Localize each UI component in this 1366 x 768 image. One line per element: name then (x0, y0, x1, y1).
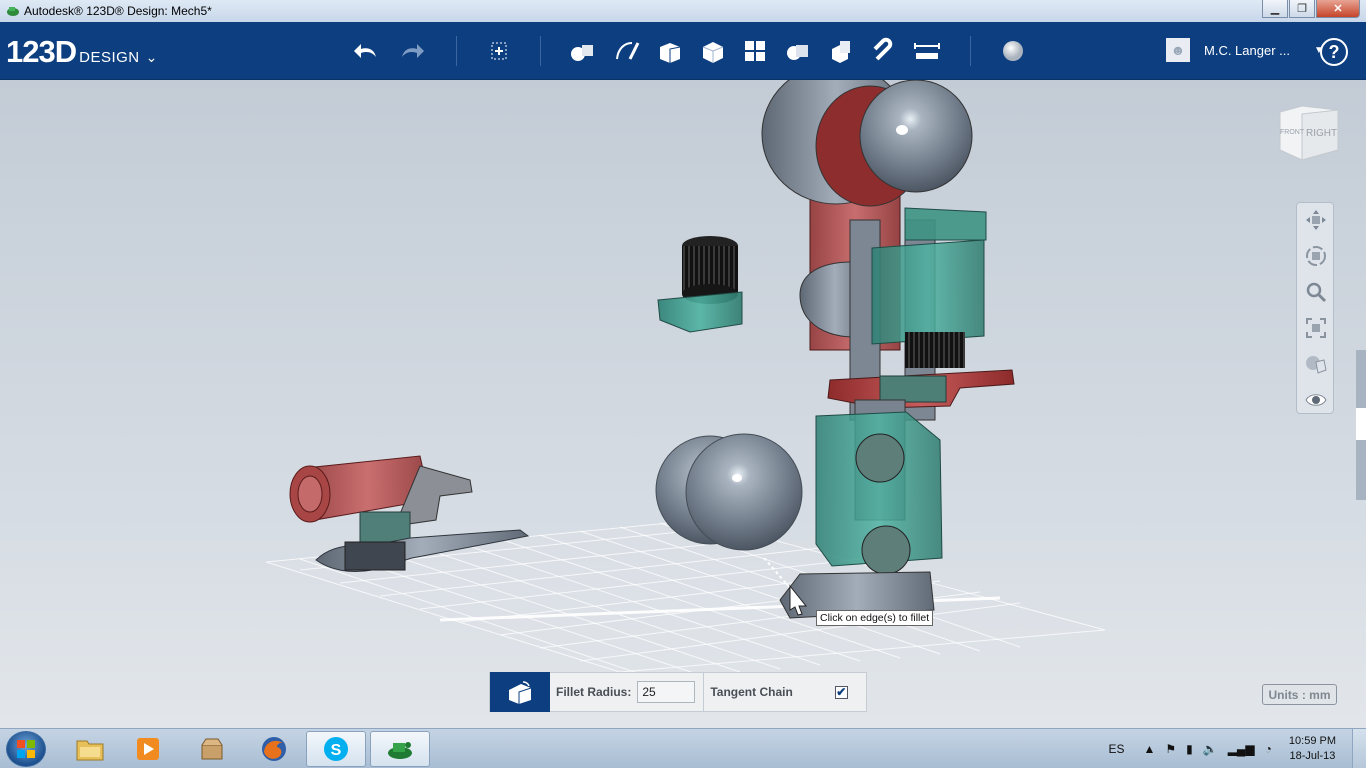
units-button[interactable]: Units : mm (1262, 684, 1337, 705)
toolbar-separator (456, 36, 457, 66)
view-cube-front-label: FRONT (1280, 129, 1305, 136)
clock-date: 18-Jul-13 (1289, 750, 1336, 762)
construct-icon[interactable] (653, 35, 687, 67)
pattern-icon[interactable] (738, 35, 772, 67)
main-toolbar: 123D DESIGN ⌄ ☻ M.C. Langer ... ▼ ? (0, 22, 1366, 80)
tray-expand-icon[interactable]: ▲ (1143, 742, 1155, 756)
fillet-options-panel: Fillet Radius: Tangent Chain ✔ (489, 672, 867, 712)
minimize-button[interactable]: ▁ (1262, 0, 1288, 18)
media-player-icon[interactable] (118, 731, 178, 767)
view-style-icon[interactable] (1301, 349, 1331, 379)
eye-icon[interactable] (1301, 385, 1331, 415)
fillet-radius-input[interactable] (637, 681, 696, 703)
orbit-icon[interactable] (1301, 241, 1331, 271)
toolbar-separator (540, 36, 541, 66)
fillet-radius-label: Fillet Radius: (556, 685, 632, 699)
network-icon[interactable]: ▂▄▆ (1228, 742, 1255, 756)
measure-icon[interactable] (910, 35, 944, 67)
side-panel-toggle[interactable] (1356, 408, 1366, 440)
scene-canvas[interactable] (0, 80, 1366, 728)
firefox-icon[interactable] (244, 731, 304, 767)
archive-icon[interactable] (182, 731, 242, 767)
123d-design-icon[interactable] (370, 731, 430, 767)
snap-icon[interactable] (867, 35, 901, 67)
battery-icon[interactable]: ▮ (1186, 742, 1193, 756)
cannon-part[interactable] (289, 455, 473, 543)
zoom-icon[interactable] (1301, 277, 1331, 307)
user-name: M.C. Langer ... (1204, 42, 1290, 58)
window-title: Autodesk® 123D® Design: Mech5* (24, 4, 212, 18)
power-icon[interactable]: ◔ (1265, 742, 1272, 756)
clock[interactable]: 10:59 PM 18-Jul-13 (1289, 734, 1336, 764)
combine-icon[interactable] (824, 35, 858, 67)
maximize-button[interactable]: ❐ (1289, 0, 1315, 18)
close-button[interactable]: ✕ (1316, 0, 1360, 18)
gear-arm-part[interactable] (657, 236, 743, 333)
logo-number: 123D (6, 34, 77, 69)
mech-torso-part[interactable] (761, 80, 987, 421)
start-button[interactable] (6, 731, 46, 767)
help-button[interactable]: ? (1320, 38, 1348, 66)
tangent-chain-checkbox[interactable]: ✔ (834, 685, 848, 699)
chevron-down-icon: ⌄ (145, 49, 158, 65)
sketch-icon[interactable] (610, 35, 644, 67)
clock-time: 10:59 PM (1288, 735, 1336, 747)
windows-taskbar: S ES ▲ ⚑ ▮ 🔈 ▂▄▆ ◔ 10:59 PM 18-Jul-13 (0, 728, 1366, 768)
transform-icon[interactable] (482, 35, 516, 67)
panel-divider (703, 672, 705, 712)
window-controls: ▁ ❐ ✕ (1262, 0, 1360, 18)
view-cube[interactable]: FRONT RIGHT (1276, 104, 1340, 164)
user-menu[interactable]: ☻ M.C. Langer ... ▼ (1166, 38, 1324, 62)
3d-viewport[interactable]: FRONT RIGHT Click on edge(s) to fillet F… (0, 80, 1366, 728)
toolbar-separator (970, 36, 971, 66)
volume-icon[interactable]: 🔈 (1203, 742, 1218, 756)
sphere-pair-part[interactable] (655, 433, 803, 551)
modify-icon[interactable] (696, 35, 730, 67)
pan-icon[interactable] (1301, 205, 1331, 235)
window-title-bar: Autodesk® 123D® Design: Mech5* ▁ ❐ ✕ (0, 0, 1366, 22)
fillet-tool-icon[interactable] (490, 672, 550, 712)
app-icon (7, 7, 19, 16)
undo-icon[interactable] (350, 35, 384, 67)
app-menu-button[interactable]: 123D DESIGN ⌄ (6, 34, 157, 70)
material-icon[interactable] (996, 35, 1030, 67)
skype-icon[interactable]: S (306, 731, 366, 767)
explorer-icon[interactable] (60, 731, 120, 767)
flag-icon[interactable]: ⚑ (1165, 742, 1176, 756)
tangent-chain-label: Tangent Chain (710, 685, 793, 699)
view-cube-right-label: RIGHT (1306, 128, 1337, 139)
show-desktop-button[interactable] (1352, 729, 1366, 768)
logo-word: DESIGN (79, 49, 140, 66)
language-indicator[interactable]: ES (1108, 742, 1124, 756)
system-tray: ES ▲ ⚑ ▮ 🔈 ▂▄▆ ◔ 10:59 PM 18-Jul-13 (1103, 729, 1366, 768)
navigation-bar (1296, 202, 1334, 414)
grouping-icon[interactable] (781, 35, 815, 67)
primitives-icon[interactable] (566, 35, 600, 67)
mech-leg-part[interactable] (779, 399, 943, 619)
fillet-tooltip: Click on edge(s) to fillet (816, 610, 934, 626)
fit-view-icon[interactable] (1301, 313, 1331, 343)
redo-icon[interactable] (394, 35, 428, 67)
avatar: ☻ (1166, 38, 1190, 62)
svg-text:S: S (331, 742, 342, 759)
